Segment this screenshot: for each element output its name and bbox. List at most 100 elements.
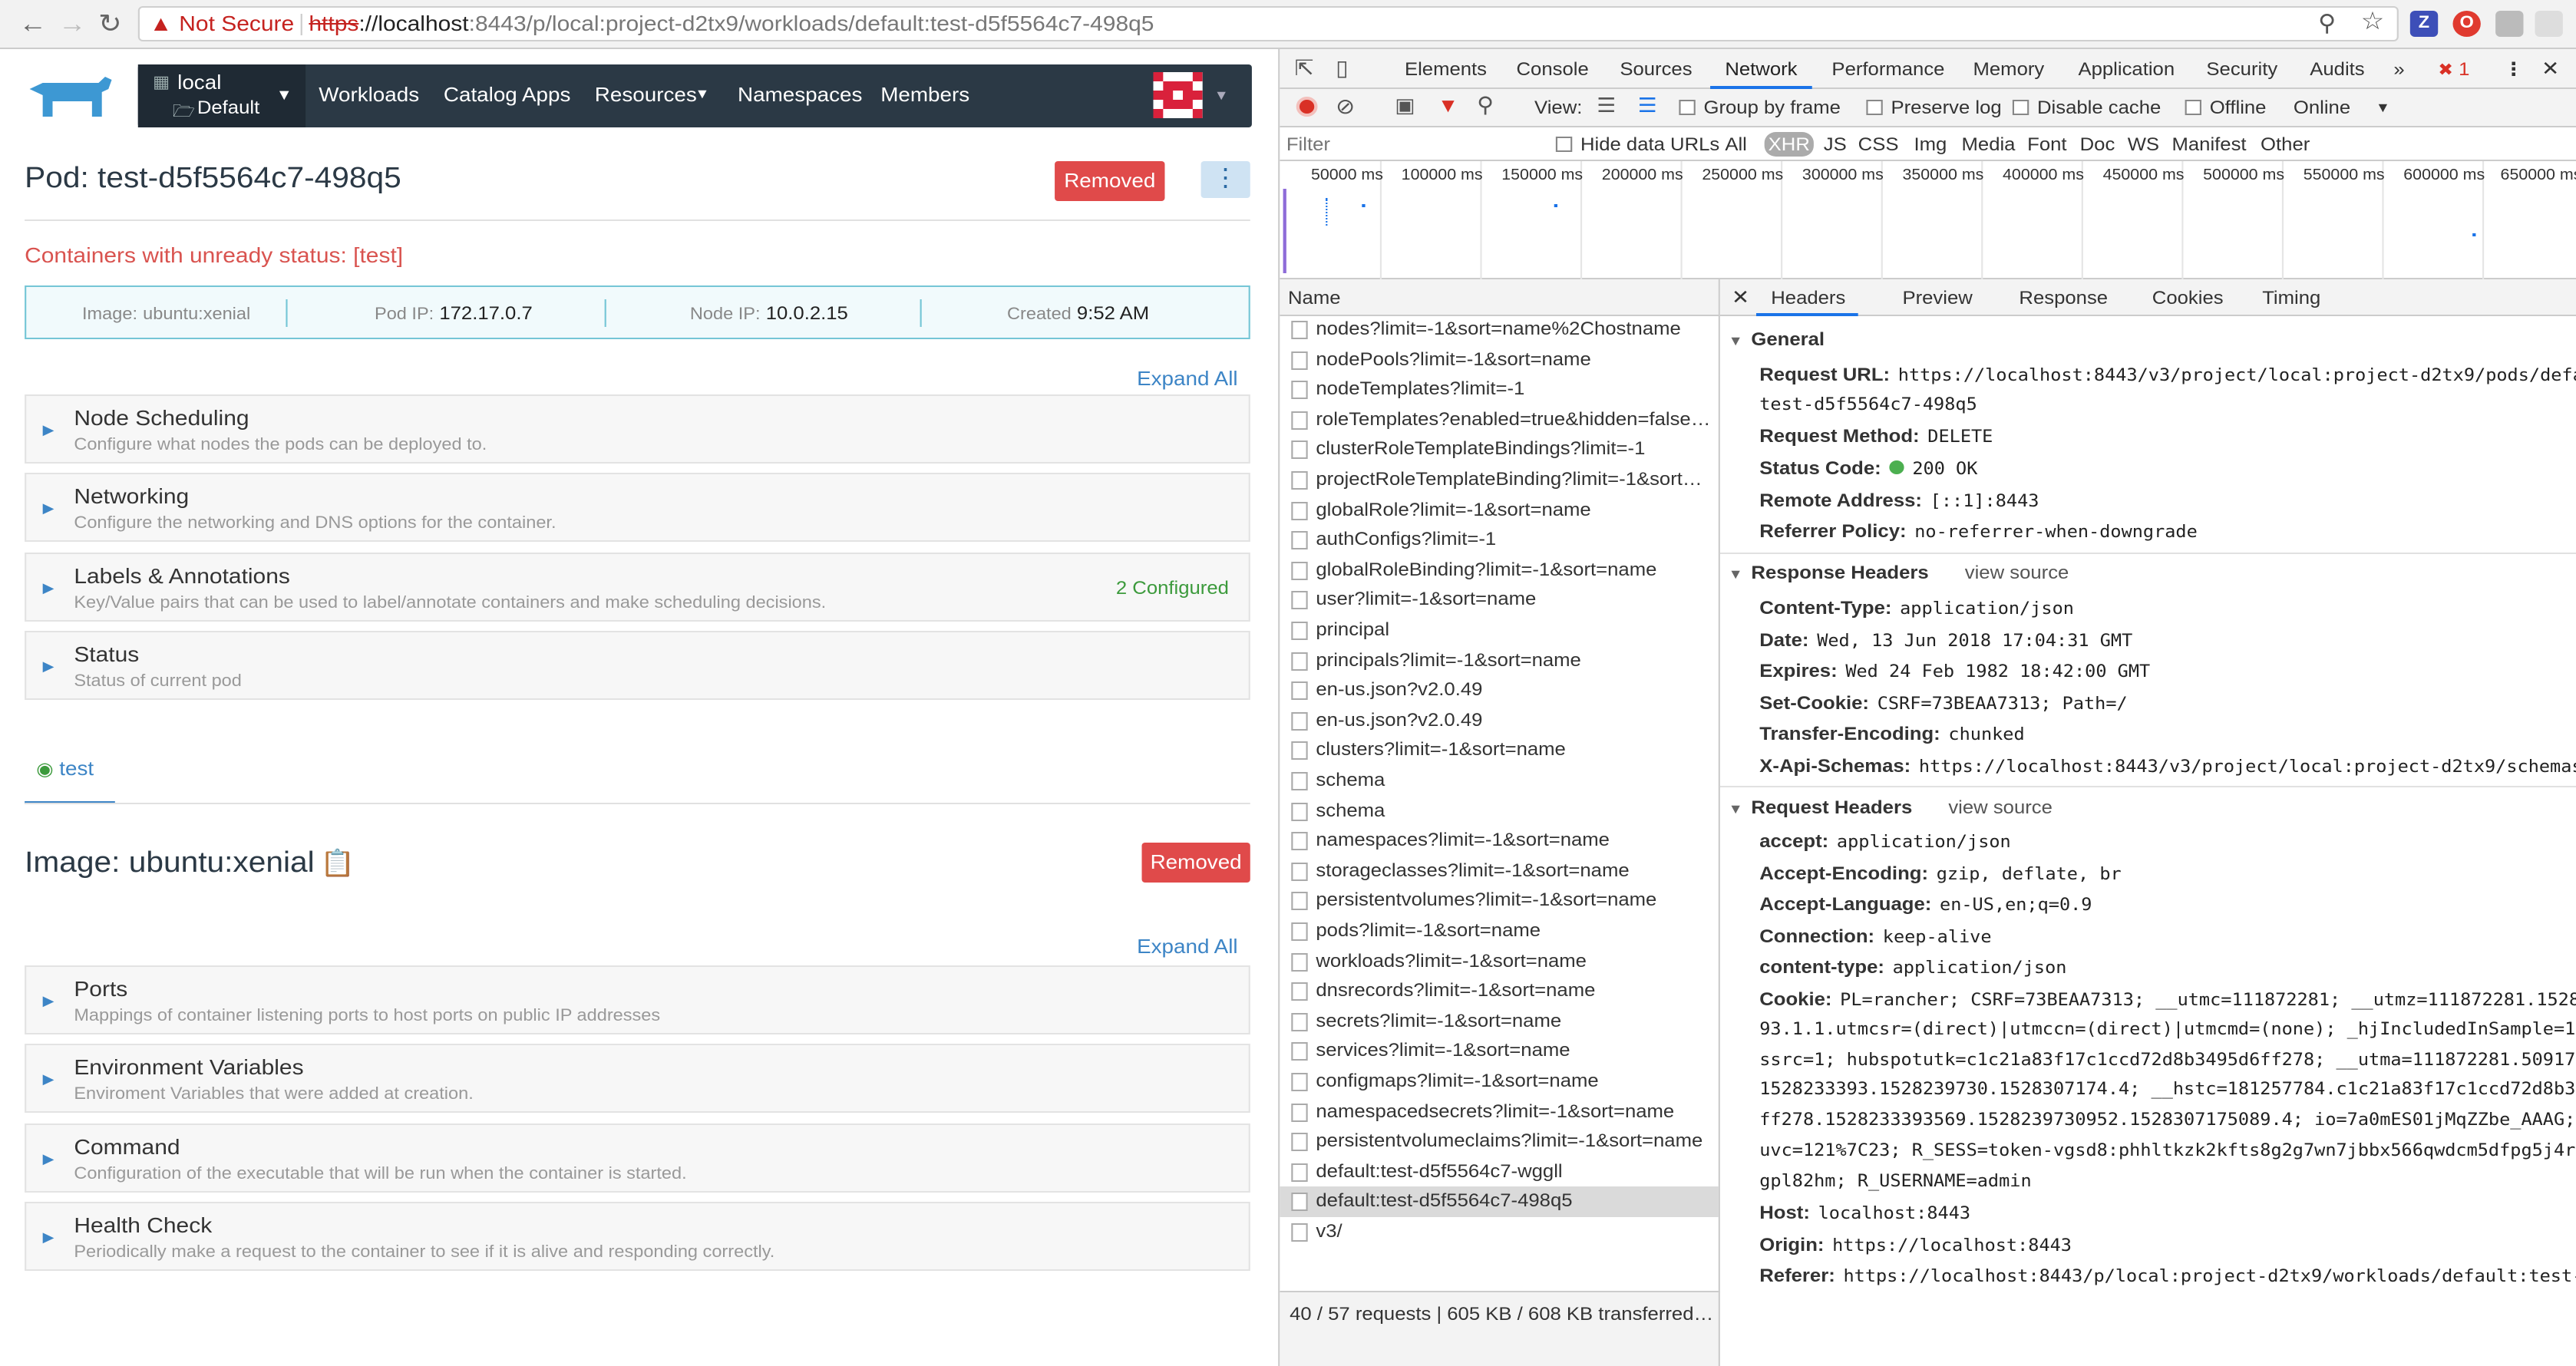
tab-preview[interactable]: Preview <box>1902 287 1972 309</box>
request-row[interactable]: schema <box>1280 796 1718 826</box>
request-row[interactable]: workloads?limit=-1&sort=name <box>1280 946 1718 976</box>
request-row[interactable]: pods?limit=-1&sort=name <box>1280 916 1718 946</box>
close-devtools-icon[interactable]: ✕ <box>2541 57 2559 81</box>
large-rows-icon[interactable]: ☰ <box>1597 94 1616 118</box>
request-row[interactable]: nodePools?limit=-1&sort=name <box>1280 345 1718 374</box>
close-detail-icon[interactable]: ✕ <box>1732 285 1749 310</box>
opera-extension-icon[interactable]: O <box>2452 11 2481 37</box>
tab-sources[interactable]: Sources <box>1620 58 1692 80</box>
request-row[interactable]: principal <box>1280 615 1718 645</box>
request-headers-section-header[interactable]: ▼ Request Headers view source <box>1729 797 2053 818</box>
expand-all-link[interactable]: Expand All <box>1137 367 1237 390</box>
more-actions-button[interactable]: ⋮ <box>1200 161 1250 198</box>
clipboard-icon[interactable]: 📋 <box>320 849 355 879</box>
request-row[interactable]: user?limit=-1&sort=name <box>1280 586 1718 615</box>
request-row[interactable]: services?limit=-1&sort=name <box>1280 1037 1718 1067</box>
hide-data-urls-checkbox[interactable]: Hide data URLs <box>1555 134 1719 155</box>
request-row[interactable]: namespacedsecrets?limit=-1&sort=name <box>1280 1097 1718 1127</box>
throttle-select[interactable]: Online ▼ <box>2294 97 2390 118</box>
zoom-icon[interactable]: ⚲ <box>2318 8 2337 40</box>
devtools-menu-icon[interactable]: ⋮ <box>2504 58 2524 80</box>
waterfall-icon[interactable]: ☰ <box>1638 94 1657 118</box>
tab-network[interactable]: Network <box>1725 58 1797 80</box>
type-manifest[interactable]: Manifest <box>2171 134 2246 155</box>
device-toolbar-icon[interactable]: ▯ <box>1336 55 1349 81</box>
type-doc[interactable]: Doc <box>2080 134 2115 155</box>
request-row[interactable]: roleTemplates?enabled=true&hidden=false&… <box>1280 405 1718 435</box>
section-health-check[interactable]: ▶ Health Check Periodically make a reque… <box>25 1202 1250 1271</box>
request-row[interactable]: projectRoleTemplateBinding?limit=-1&sort… <box>1280 465 1718 495</box>
tab-response[interactable]: Response <box>2019 287 2108 309</box>
forward-icon[interactable]: → <box>56 9 89 40</box>
filter-icon[interactable]: ▼ <box>1438 94 1459 117</box>
request-row[interactable]: en-us.json?v2.0.49 <box>1280 706 1718 736</box>
section-status[interactable]: ▶ Status Status of current pod <box>25 631 1250 700</box>
record-icon[interactable] <box>1296 97 1318 117</box>
group-by-frame-checkbox[interactable]: Group by frame <box>1679 97 1841 118</box>
request-row[interactable]: persistentvolumes?limit=-1&sort=name <box>1280 886 1718 916</box>
type-css[interactable]: CSS <box>1858 134 1899 155</box>
request-row[interactable]: nodeTemplates?limit=-1 <box>1280 374 1718 404</box>
reload-icon[interactable]: ↻ <box>94 9 127 40</box>
screenshot-icon[interactable]: ▣ <box>1395 94 1415 118</box>
z-extension-icon[interactable]: Z <box>2409 11 2439 37</box>
request-row[interactable]: default:test-d5f5564c7-498q5 <box>1280 1186 1719 1217</box>
nav-resources[interactable]: Resources <box>595 83 697 106</box>
request-row[interactable]: en-us.json?v2.0.49 <box>1280 675 1718 705</box>
tab-console[interactable]: Console <box>1516 58 1588 80</box>
extension-icon[interactable] <box>2495 11 2524 37</box>
type-all[interactable]: All <box>1725 134 1747 155</box>
view-source-link-request[interactable]: view source <box>1948 797 2053 818</box>
section-networking[interactable]: ▶ Networking Configure the networking an… <box>25 473 1250 542</box>
type-js[interactable]: JS <box>1824 134 1847 155</box>
type-xhr[interactable]: XHR <box>1764 132 1814 157</box>
request-row[interactable]: globalRole?limit=-1&sort=name <box>1280 495 1718 525</box>
section-ports[interactable]: ▶ Ports Mappings of container listening … <box>25 965 1250 1034</box>
request-row[interactable]: principals?limit=-1&sort=name <box>1280 645 1718 675</box>
type-media[interactable]: Media <box>1962 134 2016 155</box>
tab-security[interactable]: Security <box>2206 58 2277 80</box>
general-section-header[interactable]: ▼ General <box>1729 328 1825 350</box>
nav-catalog-apps[interactable]: Catalog Apps <box>444 83 571 106</box>
preserve-log-checkbox[interactable]: Preserve log <box>1866 97 2002 118</box>
section-env-vars[interactable]: ▶ Environment Variables Enviroment Varia… <box>25 1044 1250 1113</box>
back-icon[interactable]: ← <box>16 9 49 40</box>
nav-members[interactable]: Members <box>880 83 969 106</box>
network-overview-timeline[interactable]: 50000 ms 100000 ms 150000 ms 200000 ms 2… <box>1280 161 2576 279</box>
offline-checkbox[interactable]: Offline <box>2185 97 2266 118</box>
type-font[interactable]: Font <box>2027 134 2066 155</box>
request-row[interactable]: storageclasses?limit=-1&sort=name <box>1280 856 1718 886</box>
view-source-link[interactable]: view source <box>1965 562 2069 583</box>
request-row[interactable]: namespaces?limit=-1&sort=name <box>1280 826 1718 856</box>
tab-elements[interactable]: Elements <box>1405 58 1487 80</box>
expand-all-link-container[interactable]: Expand All <box>1137 935 1237 958</box>
disable-cache-checkbox[interactable]: Disable cache <box>2012 97 2161 118</box>
request-row[interactable]: v3/ <box>1280 1217 1718 1247</box>
error-count-badge[interactable]: ✖ 1 <box>2438 58 2469 80</box>
section-labels-annotations[interactable]: ▶ Labels & Annotations Key/Value pairs t… <box>25 553 1250 622</box>
nav-namespaces[interactable]: Namespaces <box>738 83 862 106</box>
request-row[interactable]: globalRoleBinding?limit=-1&sort=name <box>1280 556 1718 586</box>
container-tab-test[interactable]: ◉ test <box>36 757 94 780</box>
tab-performance[interactable]: Performance <box>1831 58 1944 80</box>
request-row[interactable]: dnsrecords?limit=-1&sort=name <box>1280 976 1718 1006</box>
inspect-element-icon[interactable]: ⇱ <box>1295 55 1314 81</box>
cluster-project-switcher[interactable]: ▦ local 🗁 Default ▼ <box>137 64 306 127</box>
section-command[interactable]: ▶ Command Configuration of the executabl… <box>25 1123 1250 1193</box>
request-row[interactable]: configmaps?limit=-1&sort=name <box>1280 1067 1718 1097</box>
request-row[interactable]: clusters?limit=-1&sort=name <box>1280 736 1718 766</box>
tab-headers[interactable]: Headers <box>1771 287 1845 309</box>
clear-icon[interactable]: ⊘ <box>1336 94 1355 120</box>
request-row[interactable]: default:test-d5f5564c7-wggll <box>1280 1157 1718 1187</box>
filter-input[interactable] <box>1286 130 1533 157</box>
tab-timing[interactable]: Timing <box>2262 287 2320 309</box>
user-avatar[interactable] <box>1153 72 1203 118</box>
more-tabs-icon[interactable]: » <box>2393 58 2404 80</box>
request-row[interactable]: persistentvolumeclaims?limit=-1&sort=nam… <box>1280 1127 1718 1156</box>
section-node-scheduling[interactable]: ▶ Node Scheduling Configure what nodes t… <box>25 394 1250 464</box>
request-row[interactable]: secrets?limit=-1&sort=name <box>1280 1007 1718 1037</box>
request-row[interactable]: schema <box>1280 766 1718 796</box>
nav-workloads[interactable]: Workloads <box>319 83 419 106</box>
tab-memory[interactable]: Memory <box>1973 58 2045 80</box>
request-row[interactable]: clusterRoleTemplateBindings?limit=-1 <box>1280 435 1718 465</box>
